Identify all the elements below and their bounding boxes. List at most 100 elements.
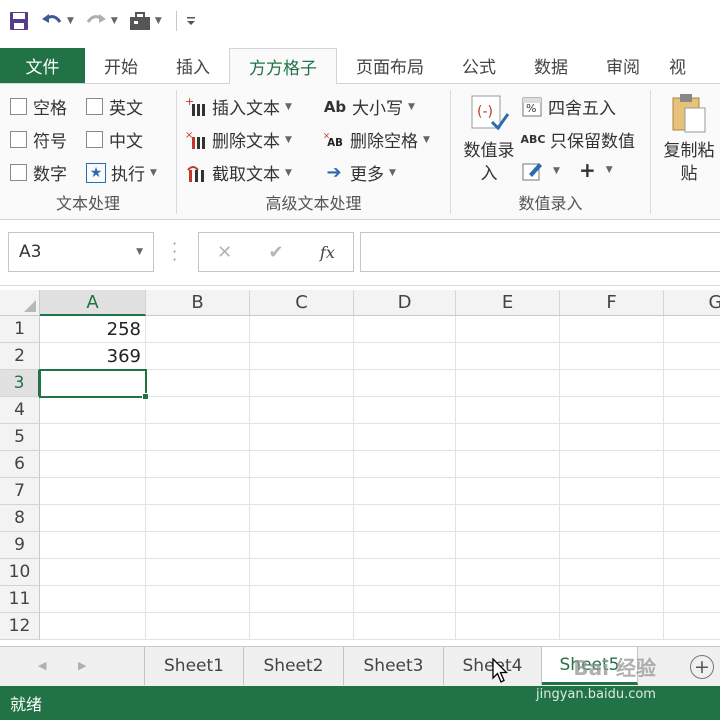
cell-b11[interactable]	[146, 586, 250, 613]
cell-e12[interactable]	[456, 613, 560, 640]
cell-e4[interactable]	[456, 397, 560, 424]
sheet-tab-2[interactable]: Sheet2	[244, 647, 344, 685]
cell-f4[interactable]	[560, 397, 664, 424]
cell-a1[interactable]: 258	[40, 316, 146, 343]
row-header-1[interactable]: 1	[0, 316, 40, 343]
cell-e11[interactable]	[456, 586, 560, 613]
tab-data[interactable]: 数据	[515, 48, 587, 83]
cell-b2[interactable]	[146, 343, 250, 370]
cell-b6[interactable]	[146, 451, 250, 478]
cell-a12[interactable]	[40, 613, 146, 640]
cell-c8[interactable]	[250, 505, 354, 532]
row-header-5[interactable]: 5	[0, 424, 40, 451]
cell-a10[interactable]	[40, 559, 146, 586]
cell-a11[interactable]	[40, 586, 146, 613]
insert-function-icon[interactable]: fx	[320, 243, 335, 262]
column-header-g[interactable]: G	[664, 290, 720, 316]
add-sheet-icon[interactable]: +	[690, 655, 714, 679]
cell-g6[interactable]	[664, 451, 720, 478]
tab-file[interactable]: 文件	[0, 48, 85, 83]
cell-c12[interactable]	[250, 613, 354, 640]
cell-g5[interactable]	[664, 424, 720, 451]
cell-d7[interactable]	[354, 478, 456, 505]
row-header-2[interactable]: 2	[0, 343, 40, 370]
delete-text-button[interactable]: × 删除文本 ▼	[185, 127, 292, 153]
cell-f3[interactable]	[560, 370, 664, 397]
chevron-down-icon[interactable]: ▼	[136, 247, 143, 257]
cell-d3[interactable]	[354, 370, 456, 397]
column-header-d[interactable]: D	[354, 290, 456, 316]
tab-page-layout[interactable]: 页面布局	[337, 48, 443, 83]
cell-f7[interactable]	[560, 478, 664, 505]
cell-e5[interactable]	[456, 424, 560, 451]
cell-g11[interactable]	[664, 586, 720, 613]
cell-a2[interactable]: 369	[40, 343, 146, 370]
select-all-button[interactable]	[0, 290, 40, 316]
cell-c7[interactable]	[250, 478, 354, 505]
cell-d5[interactable]	[354, 424, 456, 451]
cell-b3[interactable]	[146, 370, 250, 397]
cell-c10[interactable]	[250, 559, 354, 586]
cell-e10[interactable]	[456, 559, 560, 586]
chinese-checkbox[interactable]: 中文	[86, 127, 143, 152]
column-header-e[interactable]: E	[456, 290, 560, 316]
tab-formulas[interactable]: 公式	[443, 48, 515, 83]
column-header-b[interactable]: B	[146, 290, 250, 316]
cell-f1[interactable]	[560, 316, 664, 343]
cell-c6[interactable]	[250, 451, 354, 478]
cell-e7[interactable]	[456, 478, 560, 505]
cell-f2[interactable]	[560, 343, 664, 370]
cell-a4[interactable]	[40, 397, 146, 424]
tab-view[interactable]: 视	[659, 48, 686, 83]
cell-f11[interactable]	[560, 586, 664, 613]
cell-b9[interactable]	[146, 532, 250, 559]
cell-g4[interactable]	[664, 397, 720, 424]
redo-button[interactable]: ▼	[84, 6, 118, 36]
cell-d6[interactable]	[354, 451, 456, 478]
cell-f5[interactable]	[560, 424, 664, 451]
cell-c5[interactable]	[250, 424, 354, 451]
cell-g8[interactable]	[664, 505, 720, 532]
copy-paste-button[interactable]: 复制粘贴	[661, 92, 717, 186]
cell-f6[interactable]	[560, 451, 664, 478]
space-checkbox[interactable]: 空格	[10, 94, 67, 119]
cancel-icon[interactable]: ✕	[217, 242, 232, 263]
cell-g2[interactable]	[664, 343, 720, 370]
cell-c9[interactable]	[250, 532, 354, 559]
row-header-9[interactable]: 9	[0, 532, 40, 559]
cell-a5[interactable]	[40, 424, 146, 451]
cell-e1[interactable]	[456, 316, 560, 343]
delete-space-button[interactable]: × AB 删除空格 ▼	[323, 127, 430, 152]
cell-c1[interactable]	[250, 316, 354, 343]
cell-b4[interactable]	[146, 397, 250, 424]
chevron-down-icon[interactable]: ▼	[155, 16, 162, 26]
number-checkbox[interactable]: 数字	[10, 160, 67, 185]
keep-numbers-button[interactable]: ABC 只保留数值	[521, 127, 635, 152]
cell-d10[interactable]	[354, 559, 456, 586]
execute-button[interactable]: ★ 执行 ▼	[86, 160, 157, 185]
customize-qat-button[interactable]	[185, 6, 197, 36]
cell-c2[interactable]	[250, 343, 354, 370]
cell-d2[interactable]	[354, 343, 456, 370]
cell-e3[interactable]	[456, 370, 560, 397]
formula-input[interactable]	[360, 232, 720, 272]
row-header-4[interactable]: 4	[0, 397, 40, 424]
cell-b7[interactable]	[146, 478, 250, 505]
cell-g9[interactable]	[664, 532, 720, 559]
extract-text-button[interactable]: 截取文本 ▼	[185, 160, 292, 185]
cell-e9[interactable]	[456, 532, 560, 559]
cell-d9[interactable]	[354, 532, 456, 559]
cell-g1[interactable]	[664, 316, 720, 343]
cell-d8[interactable]	[354, 505, 456, 532]
more-button[interactable]: ➔ 更多 ▼	[323, 160, 395, 185]
tab-insert[interactable]: 插入	[157, 48, 229, 83]
row-header-3[interactable]: 3	[0, 370, 40, 397]
column-header-a[interactable]: A	[40, 290, 146, 316]
number-entry-button[interactable]: (-) 数值录入	[459, 92, 519, 192]
cell-d4[interactable]	[354, 397, 456, 424]
cell-a9[interactable]	[40, 532, 146, 559]
plus-button[interactable]: + ▼	[579, 158, 613, 182]
tab-fangfanggezi[interactable]: 方方格子	[229, 48, 337, 85]
grip-icon[interactable]: · · ·	[172, 236, 177, 268]
cell-b1[interactable]	[146, 316, 250, 343]
